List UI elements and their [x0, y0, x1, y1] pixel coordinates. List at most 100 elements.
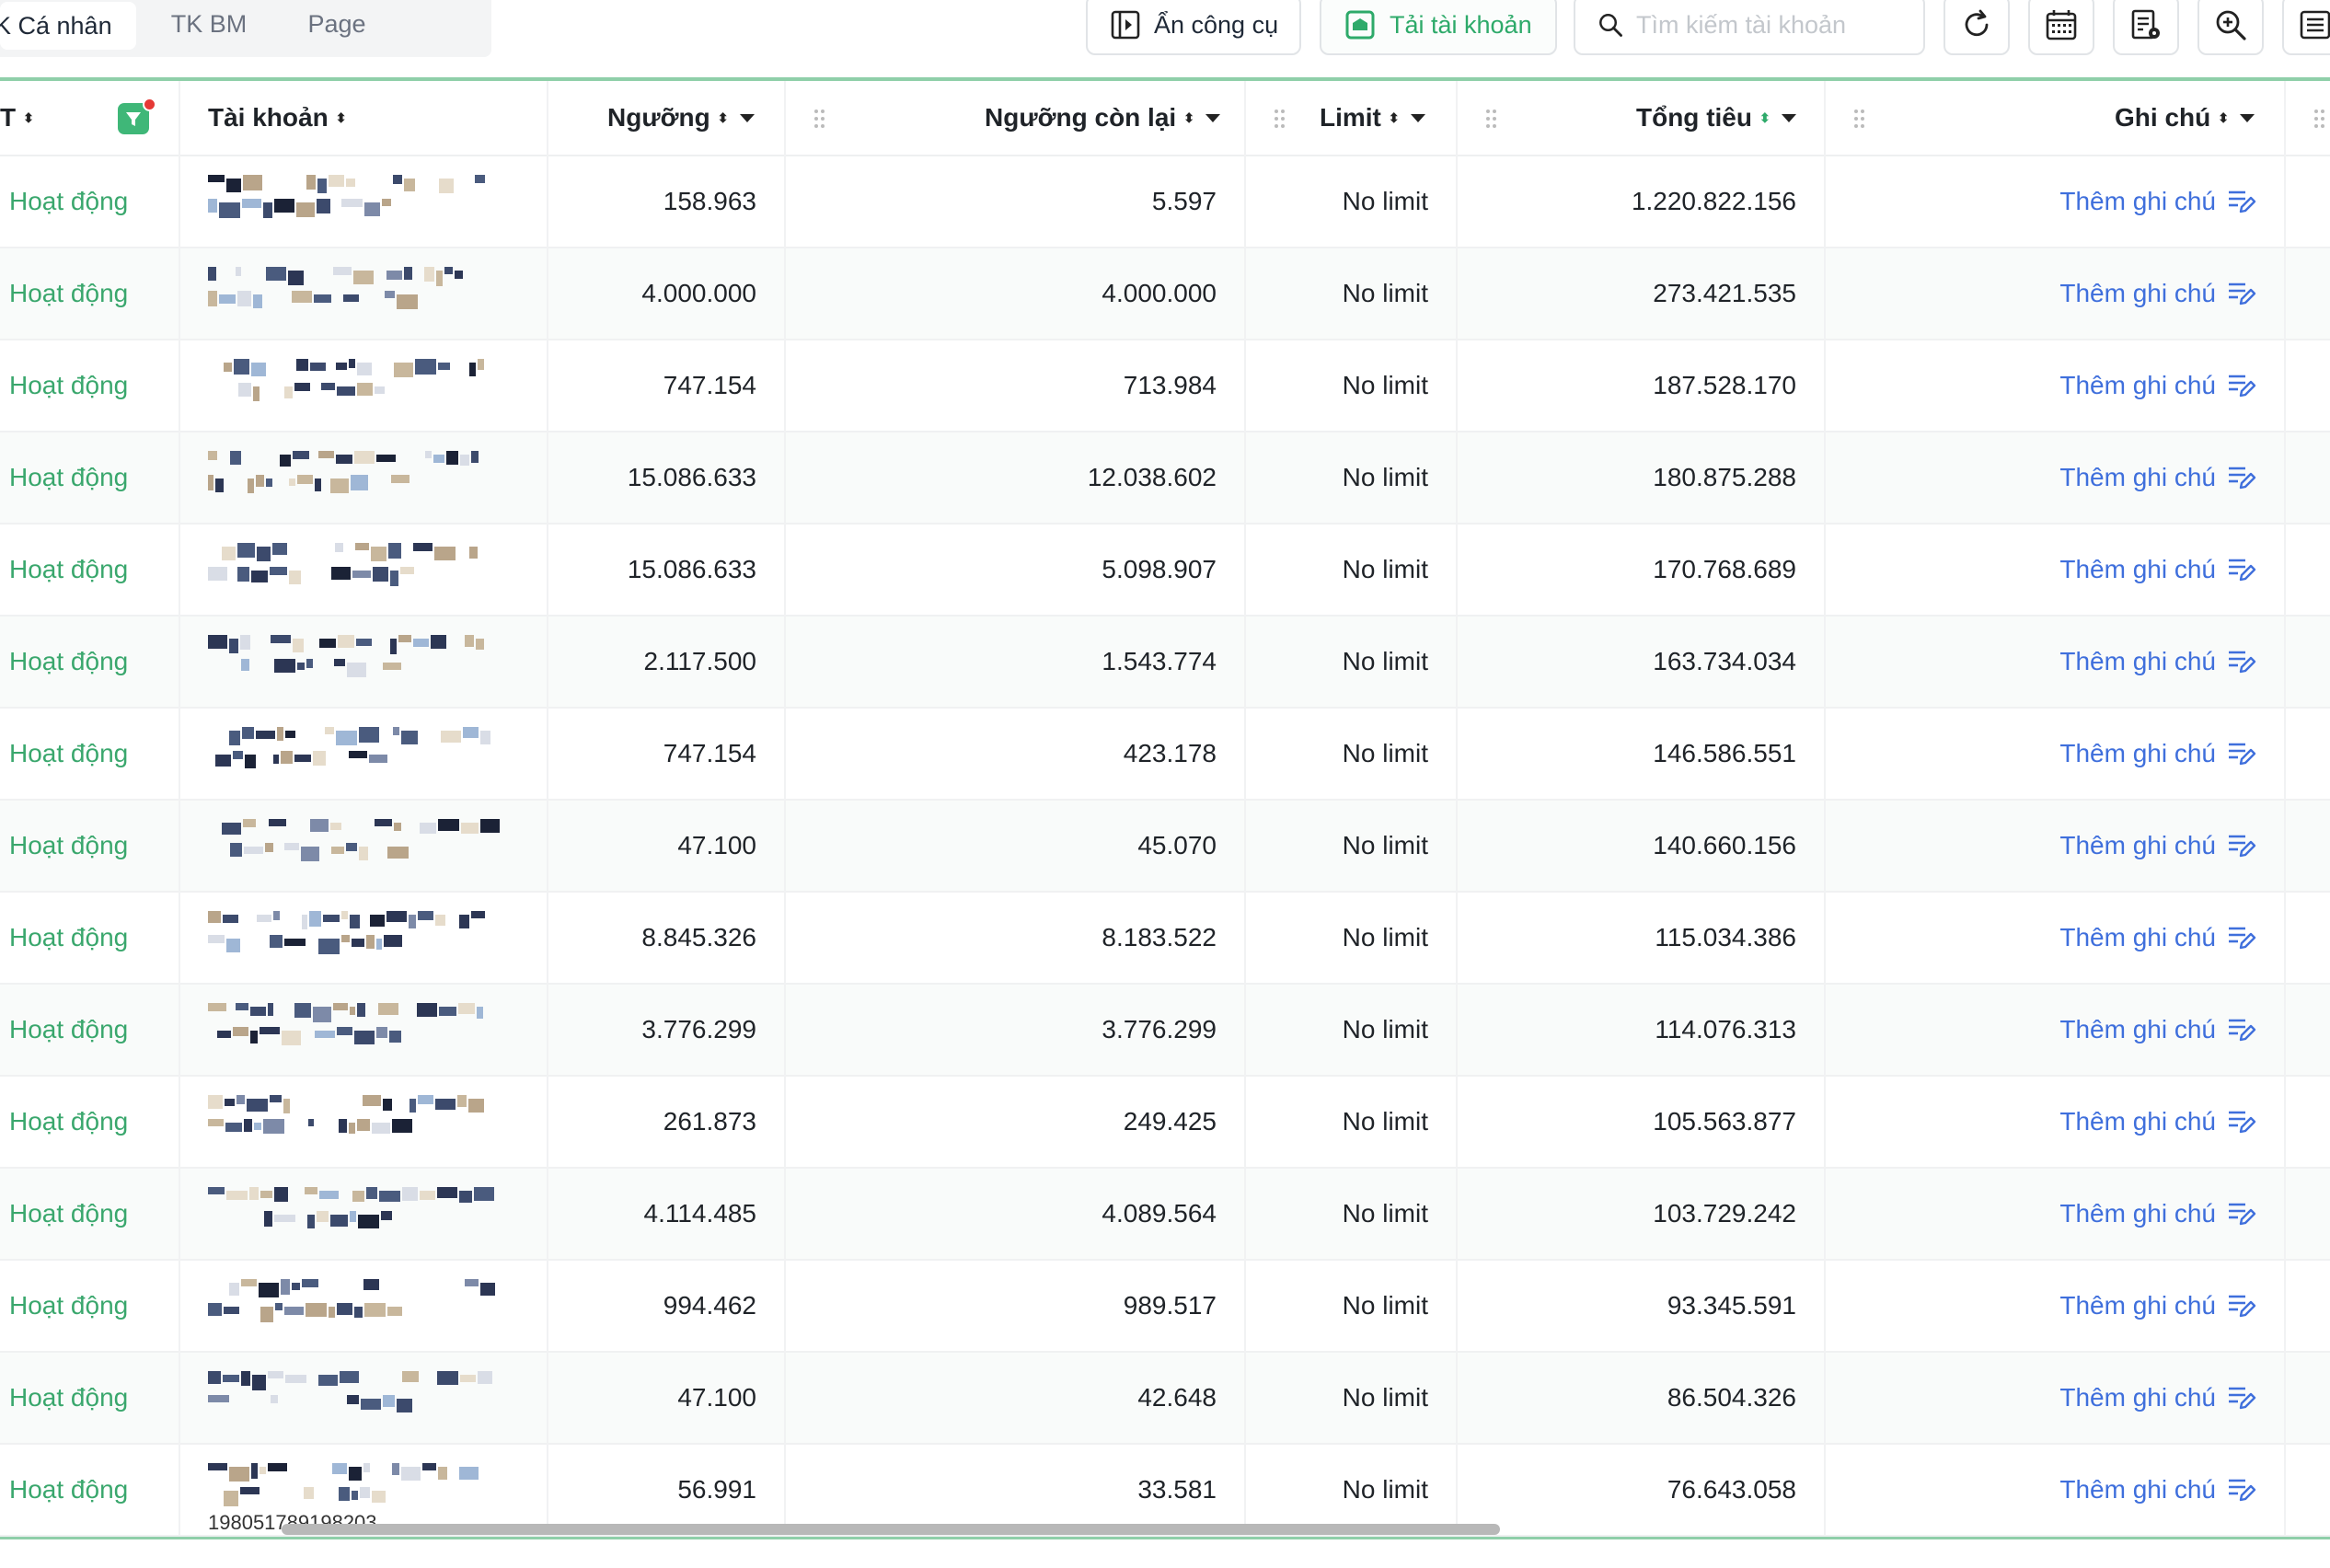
threshold-remaining-value: 45.070 [1137, 831, 1217, 859]
limit-value: No limit [1342, 831, 1428, 859]
total-spend-value: 93.345.591 [1667, 1291, 1796, 1320]
threshold-remaining-value: 989.517 [1123, 1291, 1217, 1320]
zoom-in-button[interactable] [2197, 0, 2264, 55]
table-row[interactable]: Hoạt động 994.462 989.517 No limit 93.34… [0, 1261, 2330, 1353]
threshold-value: 15.086.633 [627, 555, 756, 583]
add-note-link[interactable]: Thêm ghi chú [1840, 617, 2256, 707]
account-name-pixelated [208, 359, 502, 418]
sort-icon: ⬍ [1759, 110, 1771, 125]
add-note-label: Thêm ghi chú [2059, 371, 2216, 399]
tab-page[interactable]: Page [282, 0, 392, 48]
table-row[interactable]: Hoạt động 47.100 45.070 No limit 140.660… [0, 801, 2330, 893]
status-text: Hoạt động [9, 647, 129, 675]
tab-personal[interactable]: K Cá nhân [0, 2, 136, 50]
add-note-label: Thêm ghi chú [2059, 647, 2216, 675]
column-header-limit[interactable]: Limit ⬍ [1320, 81, 1425, 155]
sort-icon: ⬍ [2218, 110, 2229, 125]
table-row[interactable]: Hoạt động 47.100 42.648 No limit 86.504.… [0, 1353, 2330, 1445]
report-gear-icon [2131, 9, 2160, 40]
filter-active-dot [143, 98, 156, 111]
column-header-threshold[interactable]: Ngưỡng ⬍ [607, 81, 755, 155]
table-row[interactable]: Hoạt động 747.154 713.984 No limit 187.5… [0, 340, 2330, 432]
add-note-label: Thêm ghi chú [2059, 1291, 2216, 1320]
search-icon [1599, 14, 1622, 37]
table-row[interactable]: Hoạt động 15.086.633 5.098.907 No limit … [0, 525, 2330, 617]
table-row[interactable]: Hoạt động 4.114.485 4.089.564 No limit 1… [0, 1169, 2330, 1261]
status-text: Hoạt động [9, 371, 129, 399]
limit-value: No limit [1342, 647, 1428, 675]
refresh-button[interactable] [1944, 0, 2010, 55]
add-note-link[interactable]: Thêm ghi chú [1840, 1077, 2256, 1167]
column-header-threshold-remaining[interactable]: Ngưỡng còn lại ⬍ [985, 81, 1221, 155]
calendar-button[interactable] [2028, 0, 2094, 55]
add-note-link[interactable]: Thêm ghi chú [1840, 432, 2256, 523]
table-row[interactable]: Hoạt động 3.776.299 3.776.299 No limit 1… [0, 985, 2330, 1077]
column-divider [1244, 81, 1246, 1535]
total-spend-value: 115.034.386 [1655, 923, 1796, 951]
load-accounts-button[interactable]: Tải tài khoản [1320, 0, 1557, 55]
threshold-remaining-value: 4.089.564 [1102, 1199, 1217, 1228]
add-note-label: Thêm ghi chú [2059, 1383, 2216, 1412]
more-options-button[interactable] [2282, 0, 2330, 55]
add-note-link[interactable]: Thêm ghi chú [1840, 893, 2256, 983]
total-spend-value: 146.586.551 [1653, 739, 1796, 767]
column-header-note[interactable]: Ghi chú ⬍ [2115, 81, 2255, 155]
status-text: Hoạt động [9, 187, 129, 215]
chevron-down-icon[interactable] [739, 113, 755, 122]
table-row[interactable]: Hoạt động 2.117.500 1.543.774 No limit 1… [0, 617, 2330, 709]
table-row[interactable]: Hoạt động 15.086.633 12.038.602 No limit… [0, 432, 2330, 525]
table-row[interactable]: Hoạt động 747.154 423.178 No limit 146.5… [0, 709, 2330, 801]
table-row[interactable]: Hoạt động 261.873 249.425 No limit 105.5… [0, 1077, 2330, 1169]
column-drag-handle-icon[interactable] [1274, 109, 1286, 129]
limit-value: No limit [1342, 1015, 1428, 1043]
add-note-link[interactable]: Thêm ghi chú [1840, 248, 2256, 339]
add-note-link[interactable]: Thêm ghi chú [1840, 525, 2256, 615]
add-note-label: Thêm ghi chú [2059, 463, 2216, 491]
tab-bm[interactable]: TK BM [136, 0, 282, 48]
add-note-link[interactable]: Thêm ghi chú [1840, 709, 2256, 799]
table-row[interactable]: Hoạt động 158.963 5.597 No limit 1.220.8… [0, 156, 2330, 248]
sort-icon: ⬍ [23, 110, 34, 125]
column-drag-handle-icon[interactable] [1853, 109, 1866, 129]
report-settings-button[interactable] [2113, 0, 2179, 55]
threshold-value: 4.000.000 [641, 279, 756, 307]
add-note-label: Thêm ghi chú [2059, 555, 2216, 583]
add-note-link[interactable]: Thêm ghi chú [1840, 340, 2256, 431]
column-header-account[interactable]: Tài khoản ⬍ [208, 81, 346, 155]
edit-note-icon [2229, 559, 2256, 582]
chevron-down-icon[interactable] [1781, 113, 1796, 122]
table-row[interactable]: Hoạt động 4.000.000 4.000.000 No limit 2… [0, 248, 2330, 340]
total-spend-value: 105.563.877 [1653, 1107, 1796, 1136]
column-drag-handle-icon[interactable] [813, 109, 826, 129]
add-note-link[interactable]: Thêm ghi chú [1840, 985, 2256, 1075]
search-input[interactable] [1634, 9, 1923, 40]
table-row[interactable]: Hoạt động 56.991 33.581 No limit 76.643.… [0, 1445, 2330, 1537]
threshold-value: 3.776.299 [641, 1015, 756, 1043]
horizontal-scrollbar[interactable] [282, 1524, 1500, 1535]
total-spend-value: 180.875.288 [1653, 463, 1796, 491]
edit-note-icon [2229, 1203, 2256, 1226]
add-note-link[interactable]: Thêm ghi chú [1840, 801, 2256, 891]
add-note-link[interactable]: Thêm ghi chú [1840, 1261, 2256, 1351]
chevron-down-icon[interactable] [1205, 113, 1221, 122]
add-note-link[interactable]: Thêm ghi chú [1840, 156, 2256, 247]
limit-value: No limit [1342, 463, 1428, 491]
chevron-down-icon[interactable] [1410, 113, 1425, 122]
status-text: Hoạt động [9, 739, 129, 767]
column-header-total-spend[interactable]: Tổng tiêu ⬍ [1636, 81, 1796, 155]
account-name-pixelated [208, 1003, 502, 1062]
sort-icon: ⬍ [1183, 110, 1194, 125]
threshold-value: 15.086.633 [627, 463, 756, 491]
column-header-status[interactable]: T ⬍ [0, 81, 34, 155]
threshold-value: 747.154 [663, 739, 756, 767]
chevron-down-icon[interactable] [2240, 113, 2255, 122]
list-icon [2300, 10, 2330, 40]
add-note-link[interactable]: Thêm ghi chú [1840, 1353, 2256, 1443]
table-row[interactable]: Hoạt động 8.845.326 8.183.522 No limit 1… [0, 893, 2330, 985]
threshold-value: 4.114.485 [643, 1199, 757, 1228]
column-drag-handle-icon[interactable] [1485, 109, 1498, 129]
add-note-link[interactable]: Thêm ghi chú [1840, 1445, 2256, 1535]
column-drag-handle-icon[interactable] [2313, 109, 2326, 129]
add-note-link[interactable]: Thêm ghi chú [1840, 1169, 2256, 1259]
hide-tools-button[interactable]: Ẩn công cụ [1086, 0, 1301, 55]
